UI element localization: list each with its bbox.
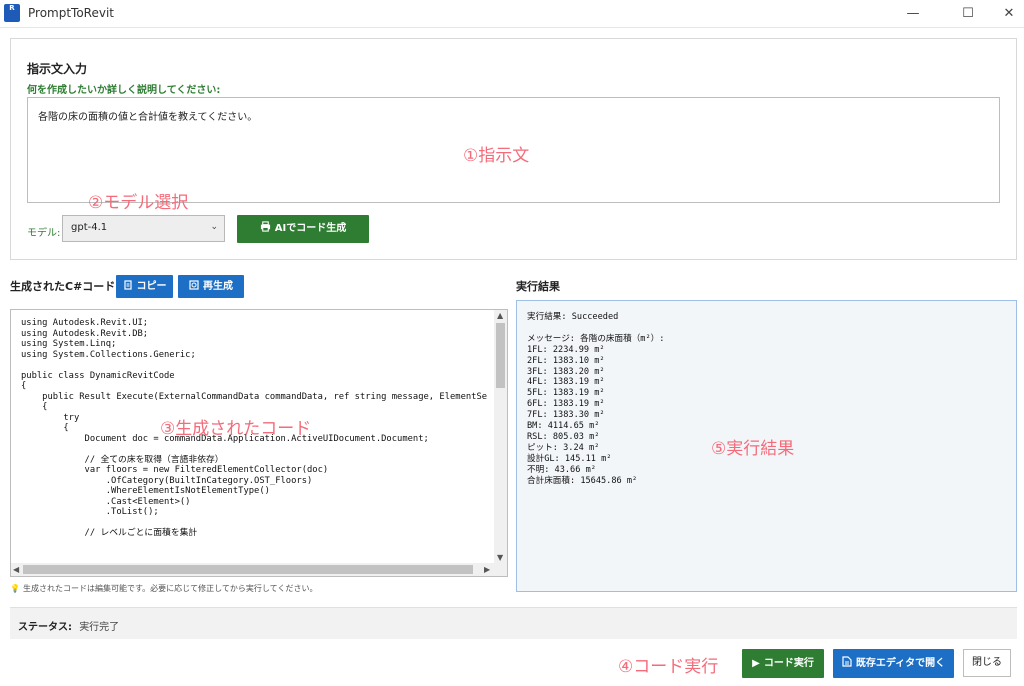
app-icon-label: R (9, 4, 15, 12)
result-line: BM: 4114.65 m² (527, 421, 600, 432)
result-text: 実行結果: Succeeded メッセージ: 各階の床面積（m²）: 1FL: … (527, 312, 664, 486)
vertical-scrollbar[interactable]: ▲ ▼ (494, 310, 507, 565)
lightbulb-icon: 💡 (10, 584, 20, 593)
copy-button[interactable]: コピー (116, 275, 173, 298)
prompt-instruction: 何を作成したいか詳しく説明してください: (27, 85, 221, 96)
result-line: 4FL: 1383.19 m² (527, 377, 605, 388)
horizontal-scroll-thumb[interactable] (23, 565, 473, 574)
close-button[interactable]: 閉じる (963, 649, 1011, 677)
annotation-code: ③生成されたコード (160, 419, 312, 439)
model-select[interactable]: gpt-4.1 ⌄ (62, 215, 225, 242)
scroll-left-icon[interactable]: ◀ (13, 565, 19, 574)
annotation-model: ②モデル選択 (88, 193, 189, 213)
model-selected-value: gpt-4.1 (71, 222, 108, 233)
hint-label: 生成されたコードは編集可能です。必要に応じて修正してから実行してください。 (22, 584, 318, 593)
result-status-line: 実行結果: Succeeded (527, 312, 619, 322)
chevron-down-icon: ⌄ (210, 222, 218, 232)
play-icon: ▶ (752, 658, 760, 669)
result-line: 合計床面積: 15645.86 m² (527, 475, 638, 486)
result-line: RSL: 805.03 m² (527, 431, 600, 442)
result-line: 6FL: 1383.19 m² (527, 399, 605, 410)
printer-icon (260, 221, 270, 232)
generate-code-button[interactable]: AIでコード生成 (237, 215, 369, 243)
scroll-up-icon[interactable]: ▲ (497, 311, 503, 320)
code-heading: 生成されたC#コード (10, 280, 116, 293)
window-title: PromptToRevit (28, 6, 115, 20)
open-editor-button[interactable]: 既存エディタで開く (833, 649, 954, 678)
annotation-prompt: ①指示文 (463, 146, 530, 166)
result-line: 7FL: 1383.30 m² (527, 410, 605, 421)
run-code-button[interactable]: ▶ コード実行 (742, 649, 824, 678)
result-line: 不明: 43.66 m² (527, 464, 596, 475)
hint-text: 💡 生成されたコードは編集可能です。必要に応じて修正してから実行してください。 (10, 583, 317, 594)
document-icon (842, 656, 852, 667)
title-bar: R PromptToRevit — ☐ ✕ (0, 0, 1024, 28)
run-code-label: コード実行 (763, 658, 814, 669)
prompt-text: 各階の床の面積の値と合計値を教えてください。 (38, 112, 258, 123)
refresh-icon (189, 280, 199, 290)
open-editor-label: 既存エディタで開く (855, 658, 946, 669)
scroll-right-icon[interactable]: ▶ (484, 565, 490, 574)
close-window-button[interactable]: ✕ (994, 4, 1024, 24)
minimize-button[interactable]: — (898, 4, 928, 24)
status-bar: ステータス: 実行完了 (10, 607, 1017, 639)
result-line: 5FL: 1383.19 m² (527, 388, 605, 399)
status-value: 実行完了 (79, 622, 120, 633)
result-line: 3FL: 1383.20 m² (527, 366, 605, 377)
copy-icon (123, 280, 132, 290)
model-label: モデル: (27, 228, 61, 239)
result-heading: 実行結果 (516, 280, 560, 293)
annotation-result: ⑤実行結果 (711, 439, 795, 459)
annotation-run: ④コード実行 (618, 657, 719, 677)
app-icon: R (4, 4, 20, 22)
horizontal-scrollbar[interactable]: ◀ ▶ (11, 563, 507, 576)
code-editor[interactable]: using Autodesk.Revit.UI; using Autodesk.… (10, 309, 508, 577)
result-line: ピット: 3.24 m² (527, 442, 600, 453)
result-line: 1FL: 2234.99 m² (527, 344, 605, 355)
generate-code-label: AIでコード生成 (274, 223, 347, 234)
regenerate-button[interactable]: 再生成 (178, 275, 244, 298)
scroll-down-icon[interactable]: ▼ (497, 553, 503, 562)
status-label: ステータス: (18, 622, 72, 633)
regenerate-label: 再生成 (203, 281, 233, 292)
copy-label: コピー (136, 281, 167, 292)
vertical-scroll-thumb[interactable] (496, 323, 505, 388)
result-line: 2FL: 1383.10 m² (527, 355, 605, 366)
result-message-line: メッセージ: 各階の床面積（m²）: (527, 333, 665, 344)
maximize-button[interactable]: ☐ (953, 4, 983, 24)
result-line: 設計GL: 145.11 m² (527, 453, 612, 464)
prompt-heading: 指示文入力 (27, 62, 88, 76)
